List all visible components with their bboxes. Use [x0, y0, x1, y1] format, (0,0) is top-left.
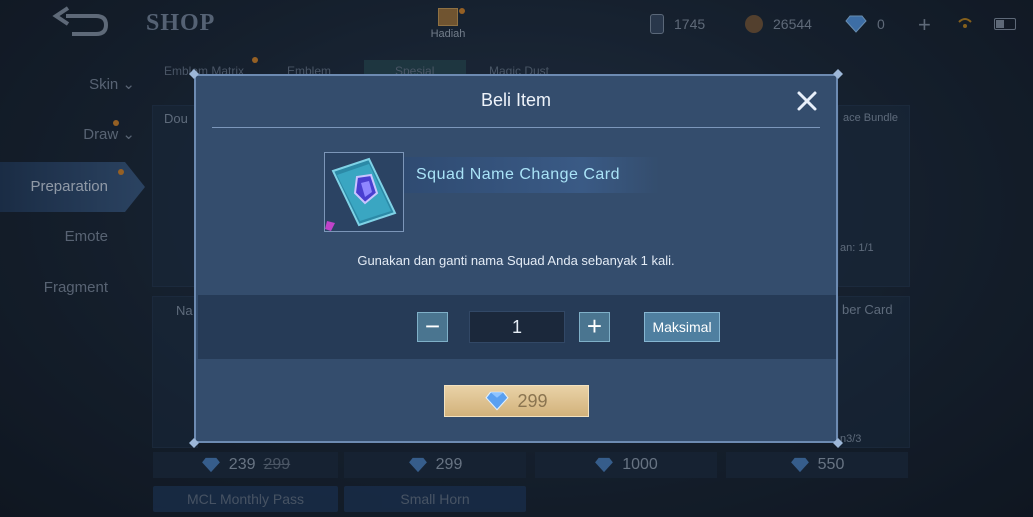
item-icon-frame: [324, 152, 404, 232]
corner-ornament: [189, 438, 199, 448]
dialog-title: Beli Item: [480, 90, 552, 110]
max-button[interactable]: Maksimal: [644, 312, 720, 342]
item-description: Gunakan dan ganti nama Squad Anda sebany…: [357, 253, 675, 268]
quantity-field[interactable]: 1: [469, 311, 565, 343]
header-divider: [212, 127, 820, 128]
close-icon[interactable]: [794, 88, 820, 114]
corner-ornament: [189, 69, 199, 79]
buy-button[interactable]: 299: [444, 385, 589, 417]
item-name: Squad Name Change Card: [416, 166, 621, 183]
corner-ornament: [833, 69, 843, 79]
name-change-card-icon: [325, 157, 397, 231]
diamond-icon: [485, 391, 510, 411]
corner-ornament: [833, 438, 843, 448]
decrement-button[interactable]: −: [417, 312, 448, 342]
buy-price: 299: [517, 390, 548, 411]
increment-button[interactable]: +: [579, 312, 610, 342]
